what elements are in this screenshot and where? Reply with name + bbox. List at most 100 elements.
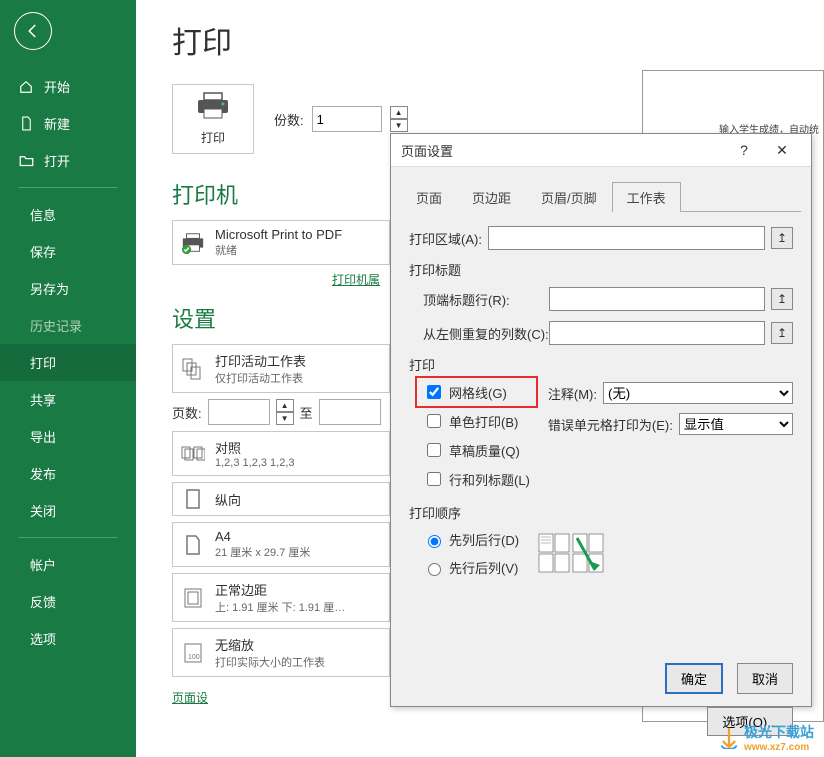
nav-close[interactable]: 关闭 <box>0 492 136 529</box>
dd-sub: 打印实际大小的工作表 <box>215 654 381 670</box>
nav-label: 打印 <box>30 353 56 372</box>
pages-from-spin[interactable]: ▲▼ <box>276 399 294 425</box>
orientation-dropdown[interactable]: 纵向 <box>172 482 390 516</box>
nav-new[interactable]: 新建 <box>0 105 136 142</box>
over-down-label: 先行后列(V) <box>449 558 518 577</box>
collate-icon <box>181 444 205 464</box>
watermark-url: www.xz7.com <box>744 742 814 753</box>
nav-share[interactable]: 共享 <box>0 381 136 418</box>
nav-label: 新建 <box>44 114 70 133</box>
nav-account[interactable]: 帐户 <box>0 546 136 583</box>
print-titles-heading: 打印标题 <box>409 260 793 279</box>
print-area-ref-button[interactable]: ↥ <box>771 227 793 249</box>
dd-title: 无缩放 <box>215 635 381 654</box>
nav-feedback[interactable]: 反馈 <box>0 583 136 620</box>
sheets-icon <box>181 358 205 380</box>
printer-name: Microsoft Print to PDF <box>215 227 381 242</box>
dd-title: 正常边距 <box>215 580 381 599</box>
printer-icon <box>196 92 230 123</box>
left-col-label: 从左侧重复的列数(C): <box>423 324 543 343</box>
backstage-sidebar: 开始 新建 打开 信息 保存 另存为 历史记录 打印 共享 导出 发布 关闭 帐… <box>0 0 136 757</box>
pages-from-label: 页数: <box>172 403 202 422</box>
nav-label: 帐户 <box>30 555 56 574</box>
tab-page[interactable]: 页面 <box>401 182 457 212</box>
nav-label: 打开 <box>44 151 70 170</box>
nav-print[interactable]: 打印 <box>0 344 136 381</box>
back-button[interactable] <box>14 12 52 50</box>
comments-select[interactable]: (无) <box>603 382 793 404</box>
dd-title: A4 <box>215 529 381 544</box>
errors-label: 错误单元格打印为(E): <box>548 415 673 434</box>
new-icon <box>18 116 34 131</box>
nav-label: 发布 <box>30 464 56 483</box>
cancel-button[interactable]: 取消 <box>737 663 793 694</box>
gridlines-label: 网格线(G) <box>449 383 507 402</box>
nav-label: 保存 <box>30 242 56 261</box>
tab-margins[interactable]: 页边距 <box>457 182 526 212</box>
nav-open[interactable]: 打开 <box>0 142 136 179</box>
margins-dropdown[interactable]: 正常边距上: 1.91 厘米 下: 1.91 厘… <box>172 573 390 622</box>
page-order-heading: 打印顺序 <box>409 503 793 522</box>
top-row-ref-button[interactable]: ↥ <box>771 288 793 310</box>
scale-icon: 100 <box>181 643 205 663</box>
page-setup-link[interactable]: 页面设 <box>172 689 208 706</box>
nav-label: 另存为 <box>30 279 69 298</box>
print-options-heading: 打印 <box>409 355 793 374</box>
dialog-title: 页面设置 <box>401 141 453 160</box>
comments-label: 注释(M): <box>548 384 597 403</box>
dd-sub: 1,2,3 1,2,3 1,2,3 <box>215 457 381 469</box>
nav-label: 关闭 <box>30 501 56 520</box>
nav-label: 信息 <box>30 205 56 224</box>
blackwhite-checkbox[interactable] <box>427 414 441 428</box>
close-button[interactable]: ✕ <box>763 134 801 166</box>
dd-sub: 上: 1.91 厘米 下: 1.91 厘… <box>215 599 381 615</box>
nav-save[interactable]: 保存 <box>0 233 136 270</box>
rowcol-checkbox[interactable] <box>427 472 441 486</box>
nav-options[interactable]: 选项 <box>0 620 136 657</box>
print-area-input[interactable] <box>488 226 765 250</box>
nav-label: 共享 <box>30 390 56 409</box>
nav-history[interactable]: 历史记录 <box>0 307 136 344</box>
help-button[interactable]: ? <box>725 134 763 166</box>
over-down-radio[interactable] <box>428 563 441 576</box>
dd-sub: 仅打印活动工作表 <box>215 370 381 386</box>
nav-export[interactable]: 导出 <box>0 418 136 455</box>
errors-select[interactable]: 显示值 <box>679 413 793 435</box>
nav-publish[interactable]: 发布 <box>0 455 136 492</box>
pages-to-input[interactable] <box>319 399 381 425</box>
top-row-label: 顶端标题行(R): <box>423 290 543 309</box>
left-col-input[interactable] <box>549 321 765 345</box>
page-setup-dialog: 页面设置 ? ✕ 页面 页边距 页眉/页脚 工作表 打印区域(A): ↥ 打印标… <box>390 133 812 707</box>
paper-dropdown[interactable]: A421 厘米 x 29.7 厘米 <box>172 522 390 567</box>
gridlines-checkbox[interactable] <box>427 385 441 399</box>
print-scope-dropdown[interactable]: 打印活动工作表仅打印活动工作表 <box>172 344 390 393</box>
dd-title: 打印活动工作表 <box>215 351 381 370</box>
top-row-input[interactable] <box>549 287 765 311</box>
tab-headerfooter[interactable]: 页眉/页脚 <box>526 182 612 212</box>
print-button[interactable]: 打印 <box>172 84 254 154</box>
svg-text:100: 100 <box>188 654 200 661</box>
nav-saveas[interactable]: 另存为 <box>0 270 136 307</box>
blackwhite-label: 单色打印(B) <box>449 412 518 431</box>
collate-dropdown[interactable]: 对照1,2,3 1,2,3 1,2,3 <box>172 431 390 476</box>
tab-sheet[interactable]: 工作表 <box>612 182 681 212</box>
scaling-dropdown[interactable]: 100 无缩放打印实际大小的工作表 <box>172 628 390 677</box>
printer-status: 就绪 <box>215 242 381 258</box>
nav-home[interactable]: 开始 <box>0 68 136 105</box>
printer-dropdown[interactable]: Microsoft Print to PDF就绪 <box>172 220 390 265</box>
pages-from-input[interactable] <box>208 399 270 425</box>
page-order-icon <box>537 532 605 576</box>
pages-to-label: 至 <box>300 403 313 422</box>
printer-properties-link[interactable]: 打印机属 <box>172 271 380 288</box>
nav-label: 选项 <box>30 629 56 648</box>
ok-button[interactable]: 确定 <box>665 663 723 694</box>
copies-spinner[interactable]: ▲▼ <box>390 106 408 132</box>
down-over-radio[interactable] <box>428 535 441 548</box>
dd-sub: 21 厘米 x 29.7 厘米 <box>215 544 381 560</box>
left-col-ref-button[interactable]: ↥ <box>771 322 793 344</box>
draft-checkbox[interactable] <box>427 443 441 457</box>
copies-input[interactable] <box>312 106 382 132</box>
nav-info[interactable]: 信息 <box>0 196 136 233</box>
watermark-name: 极光下载站 <box>744 724 814 740</box>
rowcol-label: 行和列标题(L) <box>449 470 530 489</box>
